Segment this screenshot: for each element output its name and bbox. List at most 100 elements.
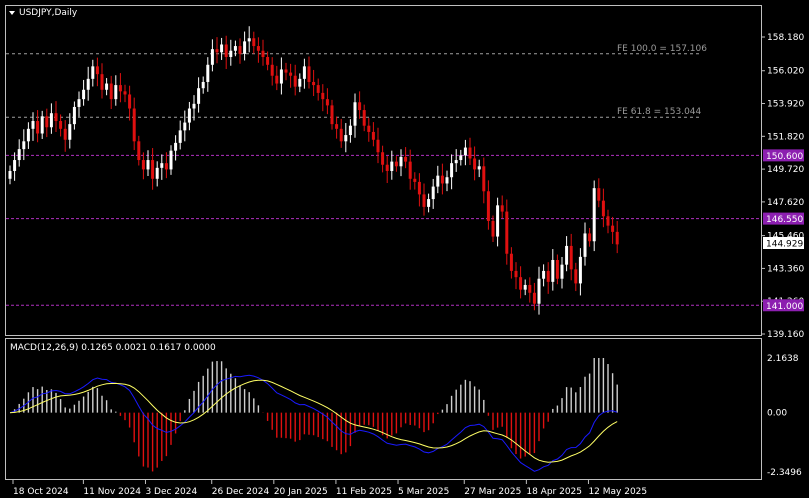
candle-body: [238, 46, 242, 54]
candle-body: [141, 160, 145, 170]
candle-body: [569, 245, 573, 270]
candle-body: [279, 69, 283, 84]
candle-body: [436, 175, 440, 187]
candle-body: [597, 188, 601, 201]
candle-body: [91, 66, 95, 79]
date-tick-label: 18 Oct 2024: [13, 487, 69, 497]
candle-body: [192, 103, 196, 109]
candle-body: [468, 147, 472, 159]
candle-body: [376, 139, 380, 153]
candle-body: [312, 81, 316, 86]
macd-tick-label: 0.00: [767, 409, 787, 419]
candle-body: [592, 188, 596, 242]
candle-body: [339, 128, 343, 142]
symbol-title: USDJPY,Daily: [19, 8, 78, 18]
candle-body: [63, 128, 67, 140]
candle-body: [325, 99, 329, 106]
macd-label: MACD(12,26,9) 0.1265 0.0021 0.1617 0.000…: [10, 343, 216, 353]
candle-body: [422, 194, 426, 207]
candle-body: [330, 105, 334, 125]
candle-body: [183, 122, 187, 131]
horizontal-levels: [6, 154, 761, 306]
candle-body: [477, 166, 481, 170]
candle-body: [256, 46, 260, 51]
candle-body: [500, 205, 504, 212]
candle-body: [275, 75, 279, 84]
candle-body: [206, 64, 210, 82]
price-tick-label: 139.160: [767, 330, 804, 340]
date-tick-label: 5 Mar 2025: [398, 487, 449, 497]
candle-body: [270, 64, 274, 76]
candle-body: [583, 233, 587, 257]
candle-body: [164, 163, 168, 170]
candle-body: [95, 66, 99, 75]
level-label: 146.550: [766, 215, 803, 225]
price-tick-label: 153.920: [767, 100, 804, 110]
candle-body: [496, 205, 500, 237]
candle-body: [215, 49, 219, 53]
macd-histogram: [13, 358, 618, 472]
candle-body: [229, 50, 233, 57]
macd-tick-label: 2.1638: [767, 354, 799, 364]
candle-body: [532, 292, 536, 304]
candle-body: [49, 113, 53, 128]
candle-body: [289, 72, 293, 76]
candle-body: [459, 155, 463, 161]
candle-body: [160, 163, 164, 168]
candle-body: [298, 78, 302, 87]
candle-body: [528, 284, 532, 293]
candle-body: [463, 147, 467, 156]
candle-body: [220, 44, 224, 53]
date-tick-label: 12 May 2025: [588, 487, 647, 497]
candle-body: [100, 74, 104, 90]
candle-body: [155, 167, 159, 179]
date-tick-label: 26 Dec 2024: [212, 487, 270, 497]
level-label: 150.600: [766, 152, 803, 162]
candle-body: [26, 128, 30, 142]
candle-body: [615, 231, 619, 245]
svg-text:144.929: 144.929: [766, 240, 803, 250]
candle-body: [105, 83, 109, 90]
candle-body: [178, 130, 182, 143]
candle-body: [197, 88, 201, 104]
candle-body: [45, 116, 49, 128]
candle-body: [17, 149, 21, 161]
price-axis: 158.180 156.020 153.920 151.820 149.720 147.6…: [761, 33, 804, 340]
candle-body: [266, 56, 270, 65]
dropdown-arrow-icon[interactable]: [9, 11, 15, 15]
candle-body: [353, 102, 357, 126]
candle-body: [606, 216, 610, 226]
candle-body: [440, 175, 444, 184]
macd-axis: 2.1638 0.00 -2.3496: [767, 354, 802, 478]
candle-body: [109, 83, 113, 100]
price-tick-label: 151.820: [767, 132, 804, 142]
candle-body: [408, 161, 412, 179]
candle-body: [542, 270, 546, 279]
candle-body: [404, 156, 408, 162]
candle-body: [174, 142, 178, 151]
candle-body: [169, 150, 173, 170]
candle-body: [118, 85, 122, 92]
candle-body: [473, 158, 477, 170]
candle-body: [54, 113, 58, 122]
date-tick-label: 3 Dec 2024: [145, 487, 197, 497]
price-panel-frame: [5, 5, 762, 336]
candle-body: [505, 211, 509, 254]
candle-body: [40, 116, 44, 134]
candle-body: [293, 75, 297, 87]
date-tick-label: 20 Jan 2025: [274, 487, 328, 497]
candle-body: [450, 163, 454, 178]
candle-body: [348, 125, 352, 136]
date-tick-label: 27 Mar 2025: [464, 487, 521, 497]
candle-body: [36, 121, 40, 134]
candle-body: [123, 91, 127, 95]
current-price-marker: 144.929: [763, 237, 804, 250]
candle-body: [243, 41, 247, 54]
candle-body: [358, 102, 362, 111]
candle-body: [413, 178, 417, 182]
candle-body: [151, 160, 155, 179]
candle-body: [8, 170, 12, 179]
candle-body: [59, 121, 63, 129]
candle-body: [537, 278, 541, 304]
candle-body: [146, 160, 150, 170]
